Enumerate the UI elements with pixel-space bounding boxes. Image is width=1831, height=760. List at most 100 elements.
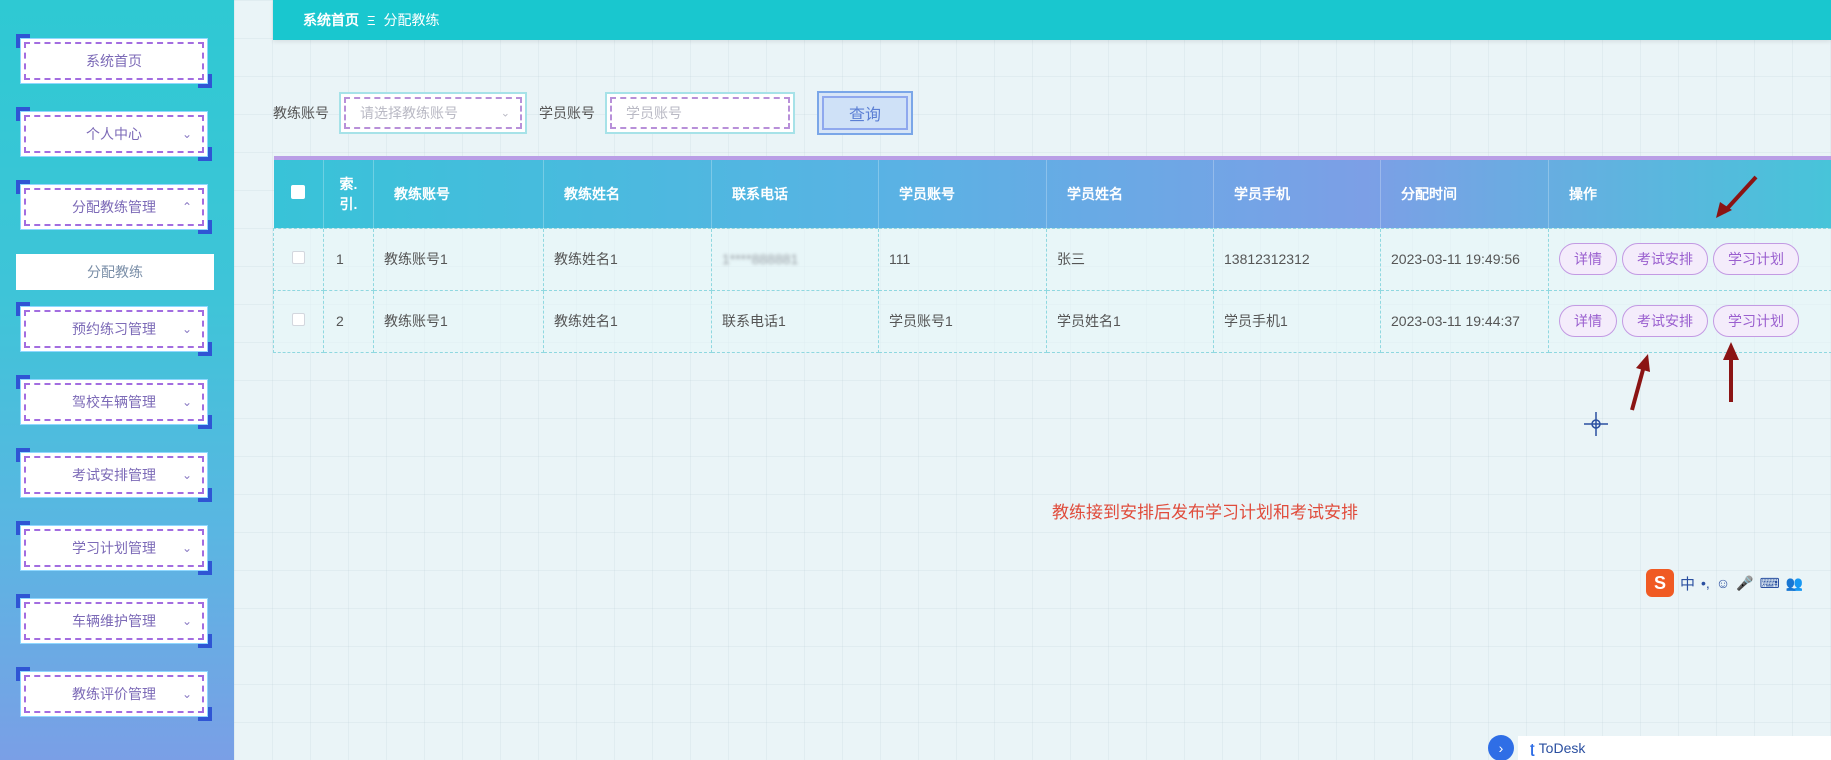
column-header-assign-time: 分配时间 bbox=[1380, 158, 1549, 228]
exam-schedule-button[interactable]: 考试安排 bbox=[1622, 305, 1708, 337]
annotation-text: 教练接到安排后发布学习计划和考试安排 bbox=[1052, 503, 1358, 522]
sidebar-item-label: 学习计划管理 bbox=[72, 540, 156, 556]
student-account-field[interactable] bbox=[605, 92, 795, 134]
row-index: 2 bbox=[323, 289, 374, 353]
coach-account-select[interactable]: 请选择教练账号 ⌄ bbox=[339, 92, 527, 134]
sidebar: 系统首页 个人中心 ⌄ 分配教练管理 ⌃ 分配教练 预约练习管理 ⌄ 驾校车辆管… bbox=[0, 0, 234, 760]
cell-student-account: 111 bbox=[878, 227, 1047, 291]
sidebar-item-study-plan[interactable]: 学习计划管理 ⌄ bbox=[16, 521, 212, 575]
sidebar-item-label: 系统首页 bbox=[86, 53, 142, 69]
student-account-input[interactable] bbox=[626, 105, 788, 121]
sidebar-item-coach-review[interactable]: 教练评价管理 ⌄ bbox=[16, 667, 212, 721]
emoji-icon[interactable]: ☺ bbox=[1716, 575, 1730, 591]
sidebar-item-vehicle-maintenance[interactable]: 车辆维护管理 ⌄ bbox=[16, 594, 212, 648]
cell-student-name: 张三 bbox=[1046, 227, 1214, 291]
student-account-label: 学员账号 bbox=[539, 105, 595, 121]
cell-assign-time: 2023-03-11 19:44:37 bbox=[1380, 289, 1549, 353]
chevron-down-icon: ⌄ bbox=[181, 687, 192, 701]
cell-student-mobile: 13812312312 bbox=[1213, 227, 1381, 291]
sidebar-item-label: 分配教练管理 bbox=[72, 199, 156, 215]
study-plan-button[interactable]: 学习计划 bbox=[1713, 243, 1799, 275]
sidebar-item-personal-center[interactable]: 个人中心 ⌄ bbox=[16, 107, 212, 161]
breadcrumb-current: 分配教练 bbox=[383, 12, 440, 28]
chevron-down-icon: ⌄ bbox=[500, 107, 510, 120]
annotation-arrow-icon bbox=[1723, 342, 1739, 402]
sidebar-item-coach-assignment[interactable]: 分配教练管理 ⌃ bbox=[16, 180, 212, 234]
breadcrumb-home[interactable]: 系统首页 bbox=[303, 10, 359, 30]
cell-student-account: 学员账号1 bbox=[878, 289, 1047, 353]
sidebar-item-home[interactable]: 系统首页 bbox=[16, 34, 212, 88]
sidebar-item-label: 预约练习管理 bbox=[72, 321, 156, 337]
todesk-bar: › ʈ ToDesk bbox=[1488, 735, 1831, 760]
user-icon[interactable]: 👥 bbox=[1786, 575, 1803, 592]
search-bar: 教练账号 请选择教练账号 ⌄ 学员账号 查询 bbox=[273, 91, 913, 135]
sidebar-item-vehicles[interactable]: 驾校车辆管理 ⌄ bbox=[16, 375, 212, 429]
assignment-table: 索. 引. 教练账号 教练姓名 联系电话 学员账号 学员姓名 学员手机 分配时间 … bbox=[273, 156, 1831, 353]
table-row: 1 教练账号1 教练姓名1 1****888881 111 张三 1381231… bbox=[273, 227, 1831, 291]
cell-coach-name: 教练姓名1 bbox=[543, 227, 712, 291]
column-header-coach-account: 教练账号 bbox=[373, 158, 544, 228]
sidebar-item-exam-schedule[interactable]: 考试安排管理 ⌄ bbox=[16, 448, 212, 502]
breadcrumb-separator-icon: Ξ bbox=[367, 12, 376, 28]
sidebar-item-label: 驾校车辆管理 bbox=[72, 394, 156, 410]
chevron-down-icon: ⌄ bbox=[181, 468, 192, 482]
row-checkbox[interactable] bbox=[292, 313, 305, 326]
ime-mode-toggle[interactable]: 中 bbox=[1680, 573, 1695, 594]
todesk-logo-icon: ʈ bbox=[1530, 740, 1535, 756]
column-header-student-account: 学员账号 bbox=[878, 158, 1047, 228]
select-all-checkbox[interactable] bbox=[291, 185, 306, 200]
microphone-icon[interactable]: 🎤 bbox=[1736, 575, 1753, 592]
cell-student-mobile: 学员手机1 bbox=[1213, 289, 1381, 353]
sidebar-item-label: 车辆维护管理 bbox=[72, 613, 156, 629]
row-index: 1 bbox=[323, 227, 374, 291]
sidebar-item-label: 个人中心 bbox=[86, 126, 142, 142]
cell-phone: 1****888881 bbox=[711, 227, 879, 291]
study-plan-button[interactable]: 学习计划 bbox=[1713, 305, 1799, 337]
chevron-right-icon[interactable]: › bbox=[1488, 735, 1514, 760]
column-header-actions: 操作 bbox=[1548, 158, 1831, 228]
sogou-logo-icon[interactable]: S bbox=[1646, 569, 1674, 597]
chevron-down-icon: ⌄ bbox=[181, 395, 192, 409]
chevron-down-icon: ⌄ bbox=[181, 127, 192, 141]
todesk-label[interactable]: ToDesk bbox=[1539, 740, 1586, 756]
annotation-arrow-icon bbox=[1716, 175, 1758, 218]
cell-student-name: 学员姓名1 bbox=[1046, 289, 1214, 353]
cell-coach-name: 教练姓名1 bbox=[543, 289, 712, 353]
sidebar-item-label: 教练评价管理 bbox=[72, 686, 156, 702]
cell-actions: 详情 考试安排 学习计划 bbox=[1548, 227, 1831, 291]
breadcrumb: 系统首页 Ξ 分配教练 bbox=[273, 0, 1831, 40]
sidebar-item-practice-booking[interactable]: 预约练习管理 ⌄ bbox=[16, 302, 212, 356]
cell-coach-account: 教练账号1 bbox=[373, 227, 544, 291]
table-row: 2 教练账号1 教练姓名1 联系电话1 学员账号1 学员姓名1 学员手机1 20… bbox=[273, 289, 1831, 353]
sidebar-item-label: 考试安排管理 bbox=[72, 467, 156, 483]
column-header-student-mobile: 学员手机 bbox=[1213, 158, 1381, 228]
column-header-coach-name: 教练姓名 bbox=[543, 158, 712, 228]
ime-toolbar: S 中 •, ☺ 🎤 ⌨ 👥 bbox=[1644, 568, 1831, 598]
column-header-index: 索. 引. bbox=[323, 158, 374, 228]
query-button[interactable]: 查询 bbox=[817, 91, 913, 135]
keyboard-icon[interactable]: ⌨ bbox=[1760, 575, 1780, 592]
cell-phone: 联系电话1 bbox=[711, 289, 879, 353]
crosshair-cursor-icon bbox=[1584, 412, 1608, 436]
select-all-checkbox-cell bbox=[273, 158, 324, 228]
chevron-down-icon: ⌄ bbox=[181, 614, 192, 628]
cell-coach-account: 教练账号1 bbox=[373, 289, 544, 353]
detail-button[interactable]: 详情 bbox=[1559, 243, 1617, 275]
chevron-down-icon: ⌄ bbox=[181, 541, 192, 555]
coach-account-label: 教练账号 bbox=[273, 105, 329, 121]
cell-actions: 详情 考试安排 学习计划 bbox=[1548, 289, 1831, 353]
column-header-phone: 联系电话 bbox=[711, 158, 879, 228]
chevron-up-icon: ⌃ bbox=[181, 200, 192, 214]
exam-schedule-button[interactable]: 考试安排 bbox=[1622, 243, 1708, 275]
row-checkbox[interactable] bbox=[292, 251, 305, 264]
coach-account-placeholder: 请选择教练账号 bbox=[360, 105, 458, 121]
chevron-down-icon: ⌄ bbox=[181, 322, 192, 336]
sidebar-subitem-assign-coach[interactable]: 分配教练 bbox=[16, 254, 214, 290]
query-button-label: 查询 bbox=[848, 107, 881, 124]
annotation-arrow-icon bbox=[1630, 354, 1650, 411]
column-header-student-name: 学员姓名 bbox=[1046, 158, 1214, 228]
cell-assign-time: 2023-03-11 19:49:56 bbox=[1380, 227, 1549, 291]
table-header-row: 索. 引. 教练账号 教练姓名 联系电话 学员账号 学员姓名 学员手机 分配时间 … bbox=[273, 158, 1831, 228]
punctuation-icon[interactable]: •, bbox=[1701, 575, 1710, 591]
detail-button[interactable]: 详情 bbox=[1559, 305, 1617, 337]
